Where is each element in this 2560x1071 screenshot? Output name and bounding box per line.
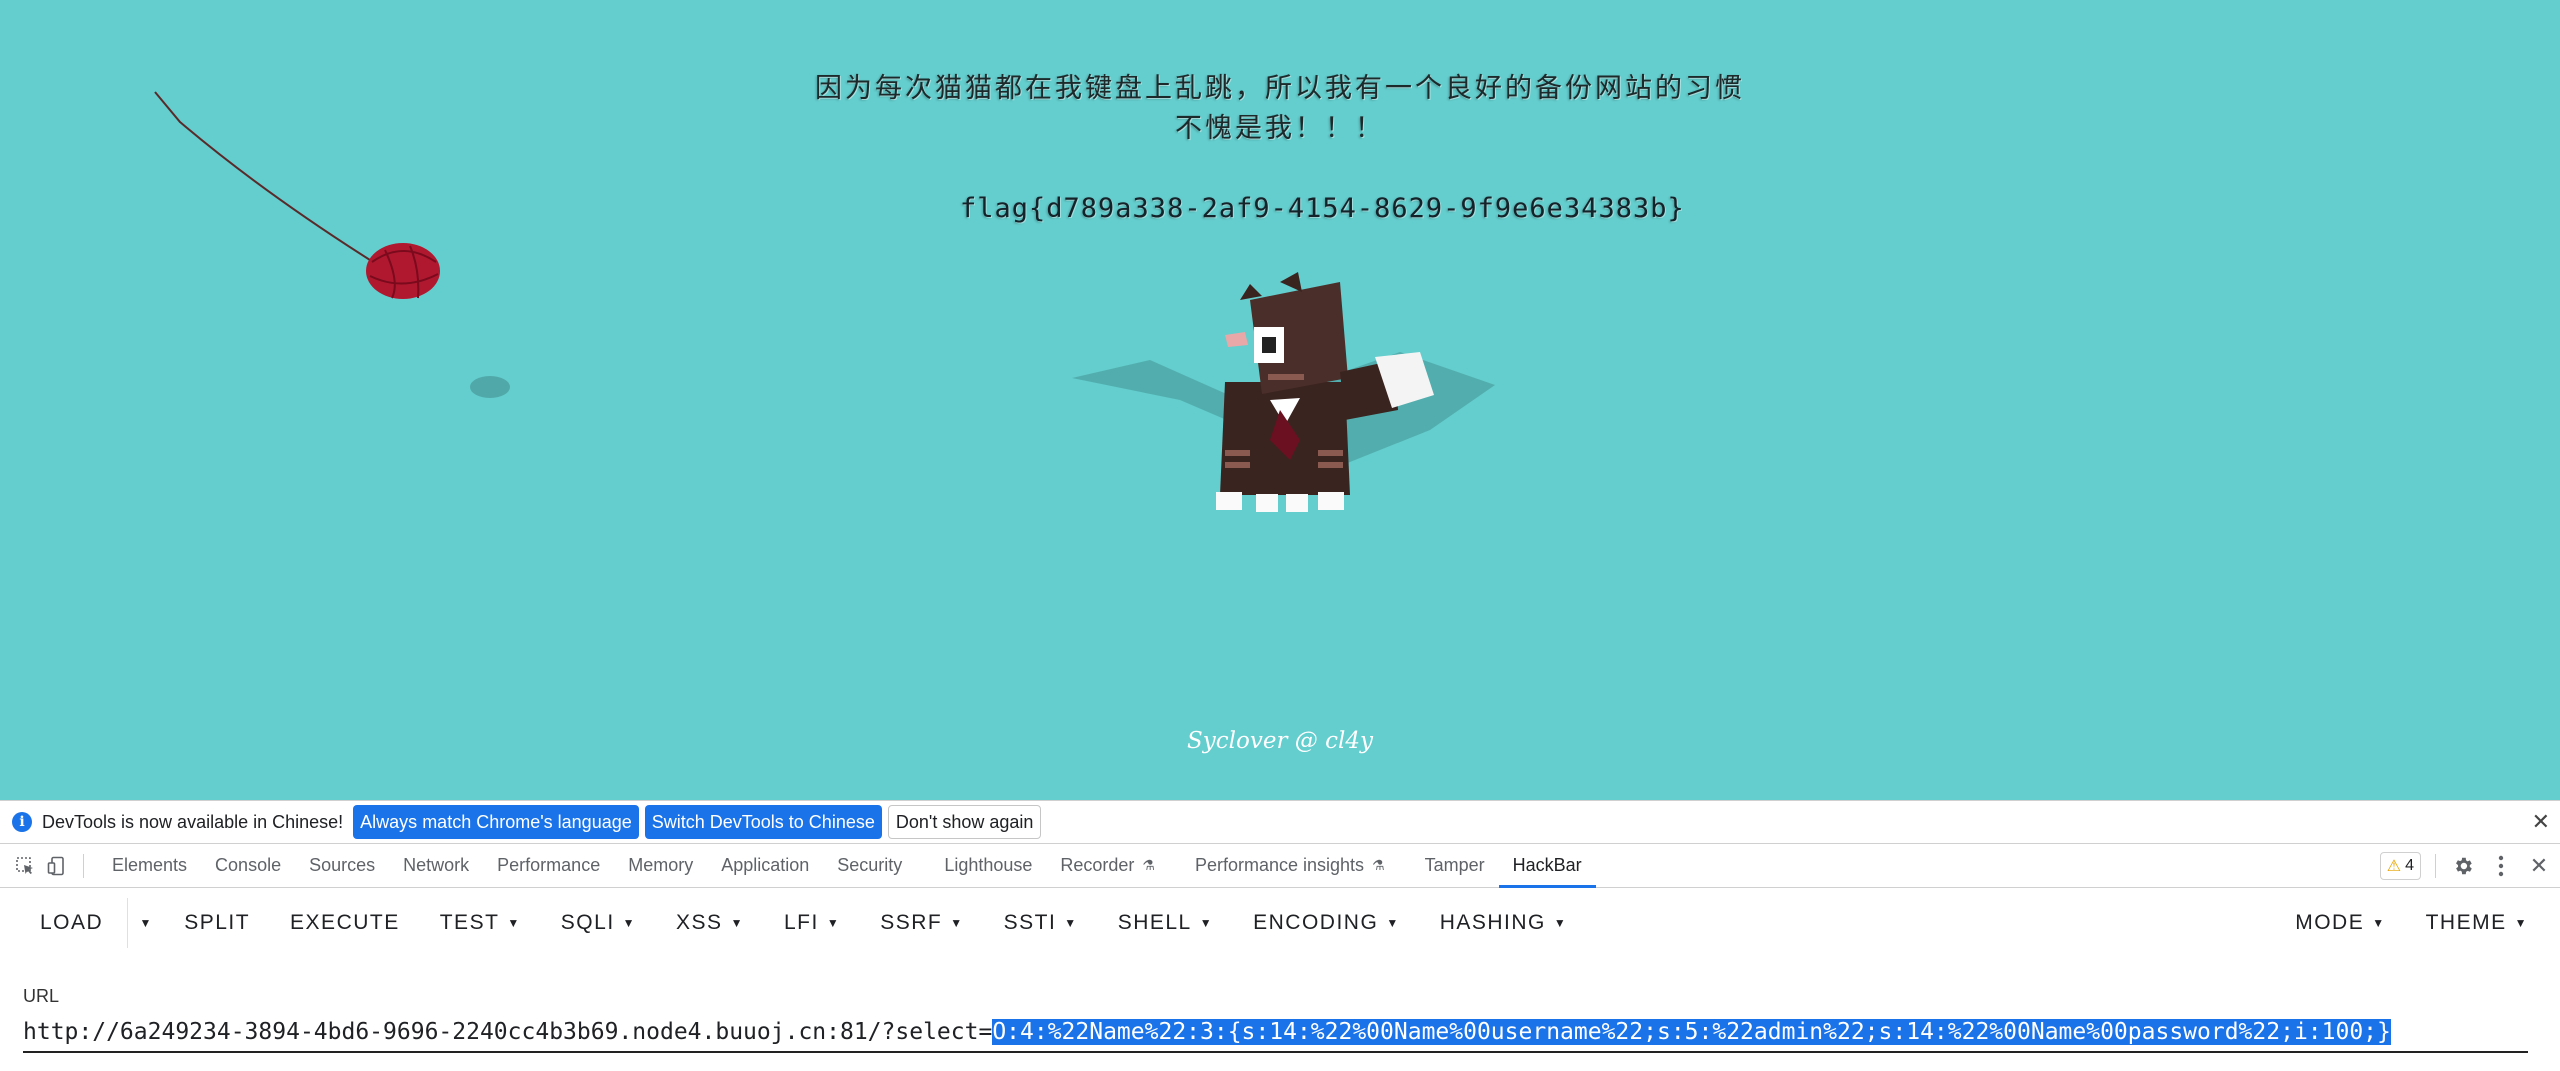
devtools-panel: i DevTools is now available in Chinese! … (0, 800, 2560, 1071)
tab-performance[interactable]: Performance (483, 844, 614, 888)
tab-recorder-label: Recorder (1060, 855, 1135, 875)
tab-hackbar[interactable]: HackBar (1498, 844, 1596, 888)
test-menu[interactable]: TEST ▼ (420, 898, 541, 948)
yarn-ball (366, 243, 440, 299)
experiment-flask-icon: ⚗ (1372, 857, 1385, 873)
caret-down-icon: ▼ (730, 916, 744, 930)
lfi-menu-label: LFI (783, 911, 819, 934)
tab-application[interactable]: Application (707, 844, 823, 888)
tab-performance-insights[interactable]: Performance insights ⚗ (1169, 844, 1399, 888)
dont-show-again-button[interactable]: Don't show again (887, 805, 1042, 839)
settings-gear-icon[interactable] (2448, 851, 2478, 881)
webpage-viewport: 因为每次猫猫都在我键盘上乱跳，所以我有一个良好的备份网站的习惯 不愧是我！！！ … (0, 0, 2560, 800)
tab-memory[interactable]: Memory (614, 844, 707, 888)
tab-security[interactable]: Security (823, 844, 916, 888)
hashing-menu[interactable]: HASHING ▼ (1420, 898, 1588, 948)
cat-figure (1216, 272, 1434, 512)
lfi-menu[interactable]: LFI ▼ (764, 898, 860, 948)
warning-triangle-icon: ⚠ (2386, 858, 2402, 875)
shell-menu[interactable]: SHELL ▼ (1098, 898, 1233, 948)
ssti-menu[interactable]: SSTI ▼ (984, 898, 1098, 948)
theme-menu[interactable]: THEME ▼ (2406, 898, 2548, 948)
devtools-right-controls: ⚠ 4 ✕ (2379, 844, 2560, 888)
info-icon: i (12, 812, 32, 832)
tab-network[interactable]: Network (389, 844, 483, 888)
page-headline: 因为每次猫猫都在我键盘上乱跳，所以我有一个良好的备份网站的习惯 (815, 73, 1745, 104)
sqli-menu[interactable]: SQLI ▼ (541, 898, 656, 948)
load-button[interactable]: LOAD (0, 898, 127, 948)
url-input-prefix: http://6a249234-3894-4bd6-9696-2240cc4b3… (23, 1019, 993, 1045)
device-toolbar-icon[interactable] (45, 854, 69, 878)
tab-tamper[interactable]: Tamper (1399, 844, 1499, 888)
close-devtools-icon[interactable]: ✕ (2524, 851, 2554, 881)
devtools-tabbar: Elements Console Sources Network Perform… (0, 844, 2560, 888)
test-menu-label: TEST (439, 911, 500, 934)
inspect-element-icon[interactable] (13, 854, 37, 878)
warning-count: 4 (2405, 857, 2414, 874)
shell-menu-label: SHELL (1117, 911, 1192, 934)
caret-down-icon: ▼ (826, 916, 841, 930)
ssrf-menu[interactable]: SSRF ▼ (860, 898, 983, 948)
language-infobar: i DevTools is now available in Chinese! … (0, 800, 2560, 844)
caret-down-icon: ▼ (1386, 916, 1400, 930)
xss-menu[interactable]: XSS ▼ (656, 898, 764, 948)
tab-lighthouse-label: Lighthouse (944, 855, 1033, 875)
execute-button[interactable]: EXECUTE (270, 898, 420, 948)
ssti-menu-label: SSTI (1003, 911, 1057, 934)
tab-sources[interactable]: Sources (295, 844, 389, 888)
warnings-badge[interactable]: ⚠ 4 (2379, 852, 2421, 880)
split-button[interactable]: SPLIT (164, 898, 270, 948)
caret-down-icon: ▼ (950, 916, 964, 930)
hashing-menu-label: HASHING (1439, 911, 1546, 934)
caret-down-icon: ▼ (2372, 916, 2386, 930)
mode-menu[interactable]: MODE ▼ (2275, 898, 2405, 948)
toolbar-divider (83, 853, 84, 878)
switch-to-chinese-button[interactable]: Switch DevTools to Chinese (644, 805, 882, 839)
credit-text: Syclover @ cl4y (1187, 728, 1373, 754)
tab-recorder[interactable]: Recorder ⚗ (1046, 844, 1169, 888)
ssrf-menu-label: SSRF (880, 911, 943, 934)
url-field-label: URL (23, 986, 60, 1006)
tab-console[interactable]: Console (201, 844, 295, 888)
page-subheadline: 不愧是我！！！ (1175, 113, 1385, 144)
url-input-selected-text: O:4:%22Name%22:3:{s:14:%22%00Name%00user… (992, 1019, 2391, 1045)
caret-down-icon: ▼ (507, 916, 521, 930)
caret-down-icon: ▼ (2514, 916, 2528, 930)
always-match-language-button[interactable]: Always match Chrome's language (353, 805, 639, 839)
xss-menu-label: XSS (676, 911, 723, 934)
caret-down-icon: ▼ (1064, 916, 1078, 930)
tab-lighthouse[interactable]: Lighthouse (916, 844, 1046, 888)
tab-performance-insights-label: Performance insights (1194, 855, 1365, 875)
theme-menu-label: THEME (2425, 911, 2507, 934)
yarn-shadow (470, 376, 510, 398)
flag-text: flag{d789a338-2af9-4154-8629-9f9e6e34383… (960, 193, 1685, 224)
tab-elements[interactable]: Elements (98, 844, 201, 888)
load-dropdown-caret-icon[interactable]: ▼ (127, 898, 164, 948)
experiment-flask-icon: ⚗ (1142, 857, 1155, 873)
caret-down-icon: ▼ (622, 916, 637, 930)
caret-down-icon: ▼ (1199, 916, 1214, 930)
toolbar-divider (2435, 854, 2436, 878)
more-options-icon[interactable] (2486, 851, 2516, 881)
close-infobar-icon[interactable]: ✕ (2532, 809, 2550, 835)
caret-down-icon: ▼ (1553, 916, 1568, 930)
mode-menu-label: MODE (2295, 911, 2365, 934)
sqli-menu-label: SQLI (560, 911, 615, 934)
encoding-menu[interactable]: ENCODING ▼ (1233, 898, 1420, 948)
infobar-message: DevTools is now available in Chinese! (42, 811, 344, 832)
hackbar-toolbar: LOAD ▼ SPLIT EXECUTE TEST ▼ SQLI ▼ XSS ▼ LF… (0, 888, 2560, 958)
encoding-menu-label: ENCODING (1253, 911, 1379, 934)
url-input[interactable]: http://6a249234-3894-4bd6-9696-2240cc4b3… (23, 1013, 2528, 1053)
hackbar-right-menus: MODE ▼ THEME ▼ (2275, 888, 2548, 958)
